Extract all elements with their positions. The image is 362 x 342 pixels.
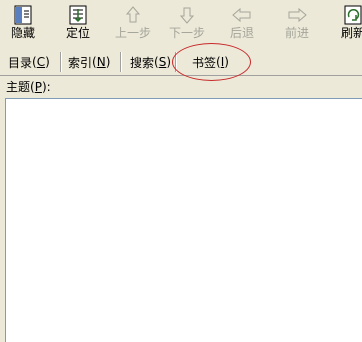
forward-button[interactable]: 前进: [272, 2, 322, 44]
tab-divider: [120, 52, 122, 72]
tab-search[interactable]: 搜索(S): [130, 51, 171, 73]
tab-bookmarks-accel: I: [220, 55, 225, 69]
hide-button-label: 隐藏: [10, 26, 35, 40]
refresh-button[interactable]: 刷新: [328, 2, 362, 44]
refresh-label: 刷新: [340, 26, 362, 40]
tab-bookmarks[interactable]: 书签(I): [192, 51, 229, 73]
tab-divider: [175, 52, 177, 72]
back-label: 后退: [229, 26, 254, 40]
arrow-up-icon: [122, 5, 144, 25]
tab-baseline: [0, 75, 362, 76]
topic-accel: P: [34, 80, 42, 94]
topic-label: 主题(P):: [6, 80, 51, 94]
refresh-icon: [342, 5, 362, 25]
forward-label: 前进: [284, 26, 309, 40]
tab-search-label: 搜索: [130, 55, 155, 70]
previous-step-button[interactable]: 上一步: [108, 2, 158, 44]
hide-icon: [12, 5, 34, 25]
locate-icon: [67, 5, 89, 25]
arrow-right-icon: [286, 5, 308, 25]
tab-index[interactable]: 索引(N): [68, 51, 110, 73]
tab-bookmarks-label: 书签: [192, 55, 217, 70]
back-button[interactable]: 后退: [217, 2, 267, 44]
next-step-button[interactable]: 下一步: [162, 2, 212, 44]
locate-button-label: 定位: [65, 26, 90, 40]
tab-divider: [60, 52, 62, 72]
tab-index-accel: N: [96, 55, 106, 69]
tab-contents-label: 目录: [8, 55, 33, 70]
locate-button[interactable]: 定位: [53, 2, 103, 44]
tab-bar: 目录(C) 索引(N) 搜索(S) 书签(I): [0, 49, 362, 75]
topic-label-text: 主题: [6, 80, 31, 94]
topic-list[interactable]: [5, 98, 362, 342]
arrow-left-icon: [231, 5, 253, 25]
tab-index-label: 索引: [68, 55, 93, 70]
hide-button[interactable]: 隐藏: [0, 2, 48, 44]
arrow-down-icon: [176, 5, 198, 25]
previous-step-label: 上一步: [114, 26, 151, 40]
tab-search-accel: S: [158, 55, 167, 69]
toolbar: 隐藏 定位 上一步 下一步 后退 前进 刷新: [0, 0, 362, 44]
tab-contents[interactable]: 目录(C): [8, 51, 50, 73]
tab-contents-accel: C: [36, 55, 46, 69]
next-step-label: 下一步: [168, 26, 205, 40]
